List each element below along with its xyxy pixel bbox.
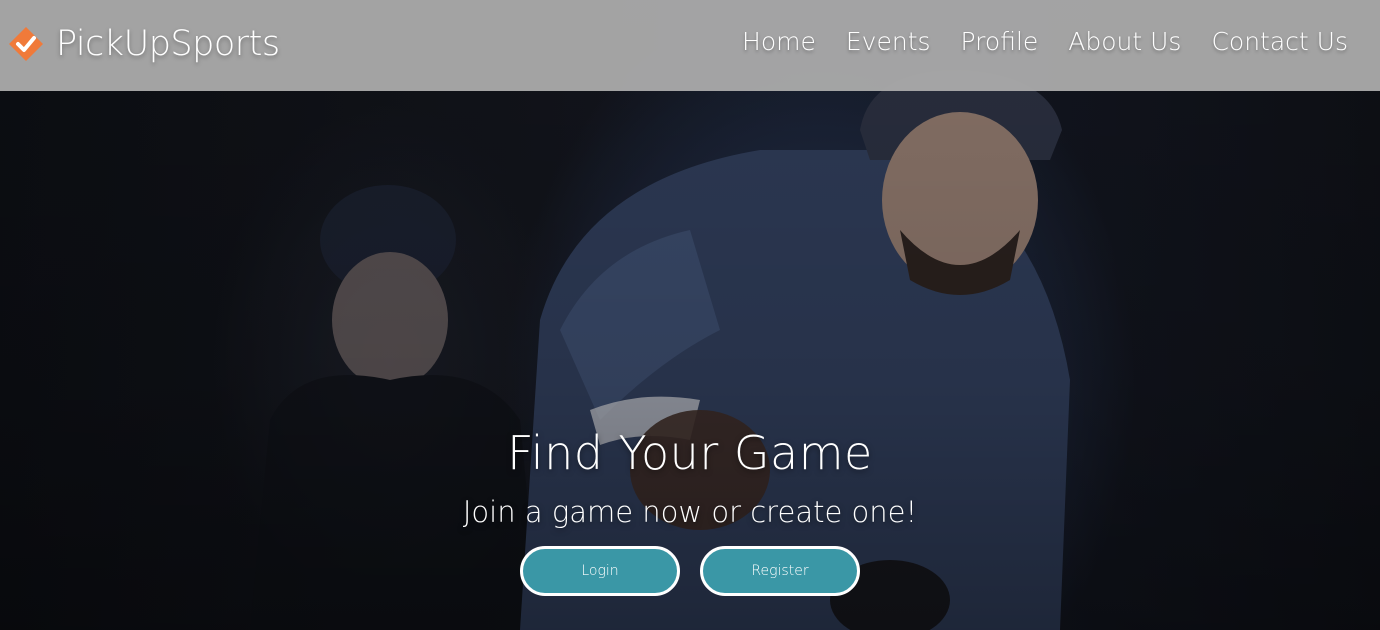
nav-home-link[interactable]: Home (742, 27, 816, 56)
nav-profile-link[interactable]: Profile (961, 27, 1039, 56)
landing-page: PickUpSports Home Events Profile About U… (0, 0, 1380, 630)
nav-about-link[interactable]: About Us (1068, 27, 1181, 56)
brand-name: PickUpSports (56, 24, 280, 64)
brand-link[interactable]: PickUpSports (8, 22, 280, 66)
hero-title: Find Your Game (507, 426, 873, 480)
navbar: PickUpSports Home Events Profile About U… (0, 0, 1380, 91)
hero-subtitle: Join a game now or create one! (462, 495, 918, 529)
diamond-check-icon (9, 27, 43, 61)
login-button[interactable]: Login (520, 546, 680, 596)
hero-content: Find Your Game Join a game now or create… (0, 420, 1380, 596)
nav-menu: Home Events Profile About Us Contact Us (742, 22, 1348, 62)
nav-events-link[interactable]: Events (846, 27, 931, 56)
hero-button-group: Login Register (0, 546, 1380, 596)
register-button[interactable]: Register (700, 546, 860, 596)
nav-contact-link[interactable]: Contact Us (1211, 27, 1348, 56)
